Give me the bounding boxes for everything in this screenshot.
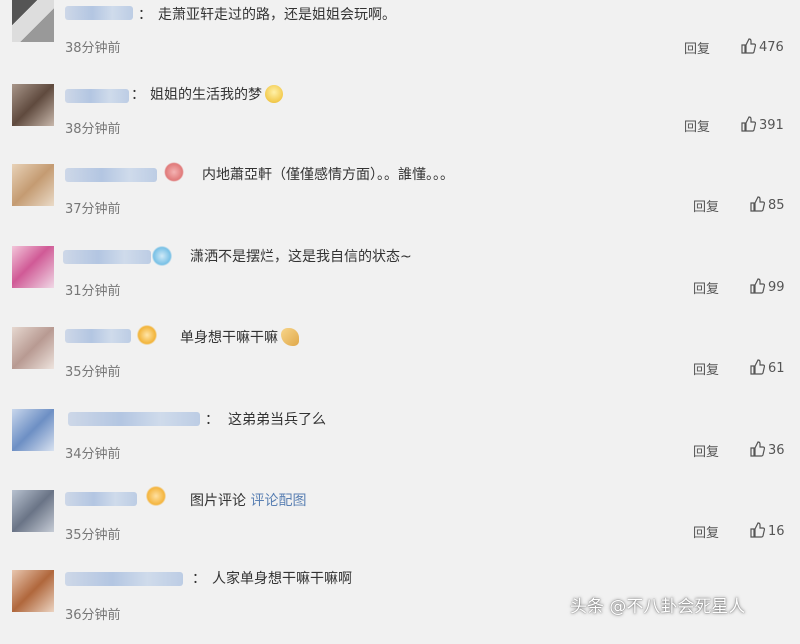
avatar[interactable] [12, 164, 54, 206]
comment-text: 走萧亚轩走过的路，还是姐姐会玩啊。 [158, 7, 396, 23]
avatar[interactable] [12, 570, 54, 612]
comment-text-content: 单身想干嘛干嘛 [180, 330, 278, 346]
comment-text: 人家单身想干嘛干嘛啊 [212, 571, 352, 587]
like-count: 61 [768, 361, 785, 376]
comment-item: 潇洒不是摆烂，这是我自信的状态~ 31分钟前 回复 99 [0, 240, 800, 320]
comment-text: 姐姐的生活我的梦 [150, 84, 283, 104]
thumbs-up-icon [741, 116, 757, 132]
colon: ： [138, 7, 152, 23]
comment-time: 37分钟前 [65, 202, 121, 217]
comment-time: 36分钟前 [65, 608, 121, 623]
comment-time: 35分钟前 [65, 528, 121, 543]
comment-text: 这弟弟当兵了么 [228, 412, 326, 428]
user-badge-icon [164, 162, 184, 182]
image-comment-link[interactable]: 评论配图 [250, 493, 306, 509]
reply-button[interactable]: 回复 [693, 359, 719, 378]
like-button[interactable]: 85 [749, 196, 785, 213]
username-blurred[interactable] [65, 89, 129, 103]
thumbs-up-icon [750, 441, 766, 457]
like-button[interactable]: 99 [749, 278, 785, 295]
username-blurred[interactable] [68, 412, 200, 426]
avatar[interactable] [12, 0, 54, 42]
comment-item: 图片评论 评论配图 35分钟前 回复 16 [0, 484, 800, 564]
like-button[interactable]: 476 [740, 38, 784, 55]
user-badge-icon [146, 486, 166, 506]
colon: ： [192, 571, 206, 587]
comment-text-content: 图片评论 [190, 493, 251, 509]
reply-button[interactable]: 回复 [693, 278, 719, 297]
comment-text: 单身想干嘛干嘛 [180, 327, 299, 347]
reply-button[interactable]: 回复 [684, 38, 710, 57]
comment-item: ： 姐姐的生活我的梦 38分钟前 回复 391 [0, 78, 800, 158]
user-badge-icon [137, 325, 157, 345]
comment-text-content: 姐姐的生活我的梦 [150, 87, 262, 103]
username-blurred[interactable] [65, 6, 133, 20]
reply-button[interactable]: 回复 [693, 522, 719, 541]
like-button[interactable]: 391 [740, 116, 784, 133]
comment-item: ： 这弟弟当兵了么 34分钟前 回复 36 [0, 403, 800, 483]
reply-button[interactable]: 回复 [684, 116, 710, 135]
thumbs-up-icon [750, 359, 766, 375]
thumbs-up-icon [750, 278, 766, 294]
avatar[interactable] [12, 246, 54, 288]
username-blurred[interactable] [65, 329, 131, 343]
comment-time: 38分钟前 [65, 122, 121, 137]
thumbs-up-icon [741, 38, 757, 54]
like-button[interactable]: 61 [749, 359, 785, 376]
comment-time: 34分钟前 [65, 447, 121, 462]
thumbs-up-icon [750, 522, 766, 538]
reply-button[interactable]: 回复 [693, 441, 719, 460]
reply-button[interactable]: 回复 [693, 196, 719, 215]
username-blurred[interactable] [65, 572, 183, 586]
username-blurred[interactable] [63, 250, 151, 264]
like-button[interactable]: 36 [749, 441, 785, 458]
comment-text: 潇洒不是摆烂，这是我自信的状态~ [190, 249, 412, 265]
username-blurred[interactable] [65, 492, 137, 506]
comment-text: 内地蕭亞軒（僅僅感情方面）。。誰懂。。。 [202, 167, 454, 183]
watermark: 头条 @不八卦会死星人 [570, 597, 746, 617]
username-blurred[interactable] [65, 168, 157, 182]
like-count: 99 [768, 280, 785, 295]
comment-item: 单身想干嘛干嘛 35分钟前 回复 61 [0, 321, 800, 401]
comment-time: 31分钟前 [65, 284, 121, 299]
like-count: 85 [768, 198, 785, 213]
colon: ： [205, 412, 219, 428]
like-count: 36 [768, 443, 785, 458]
comment-item: ： 走萧亚轩走过的路，还是姐姐会玩啊。 38分钟前 回复 476 [0, 0, 800, 80]
like-count: 16 [768, 524, 785, 539]
thumbs-up-icon [750, 196, 766, 212]
comment-time: 38分钟前 [65, 41, 121, 56]
user-badge-icon [152, 246, 172, 266]
comment-text: 图片评论 评论配图 [190, 490, 306, 510]
avatar[interactable] [12, 409, 54, 451]
emoji-icon [281, 328, 299, 346]
emoji-icon [265, 85, 283, 103]
comment-item: 内地蕭亞軒（僅僅感情方面）。。誰懂。。。 37分钟前 回复 85 [0, 158, 800, 238]
comment-time: 35分钟前 [65, 365, 121, 380]
like-button[interactable]: 16 [749, 522, 785, 539]
like-count: 476 [759, 40, 784, 55]
like-count: 391 [759, 118, 784, 133]
avatar[interactable] [12, 327, 54, 369]
colon: ： [131, 87, 145, 103]
avatar[interactable] [12, 84, 54, 126]
avatar[interactable] [12, 490, 54, 532]
